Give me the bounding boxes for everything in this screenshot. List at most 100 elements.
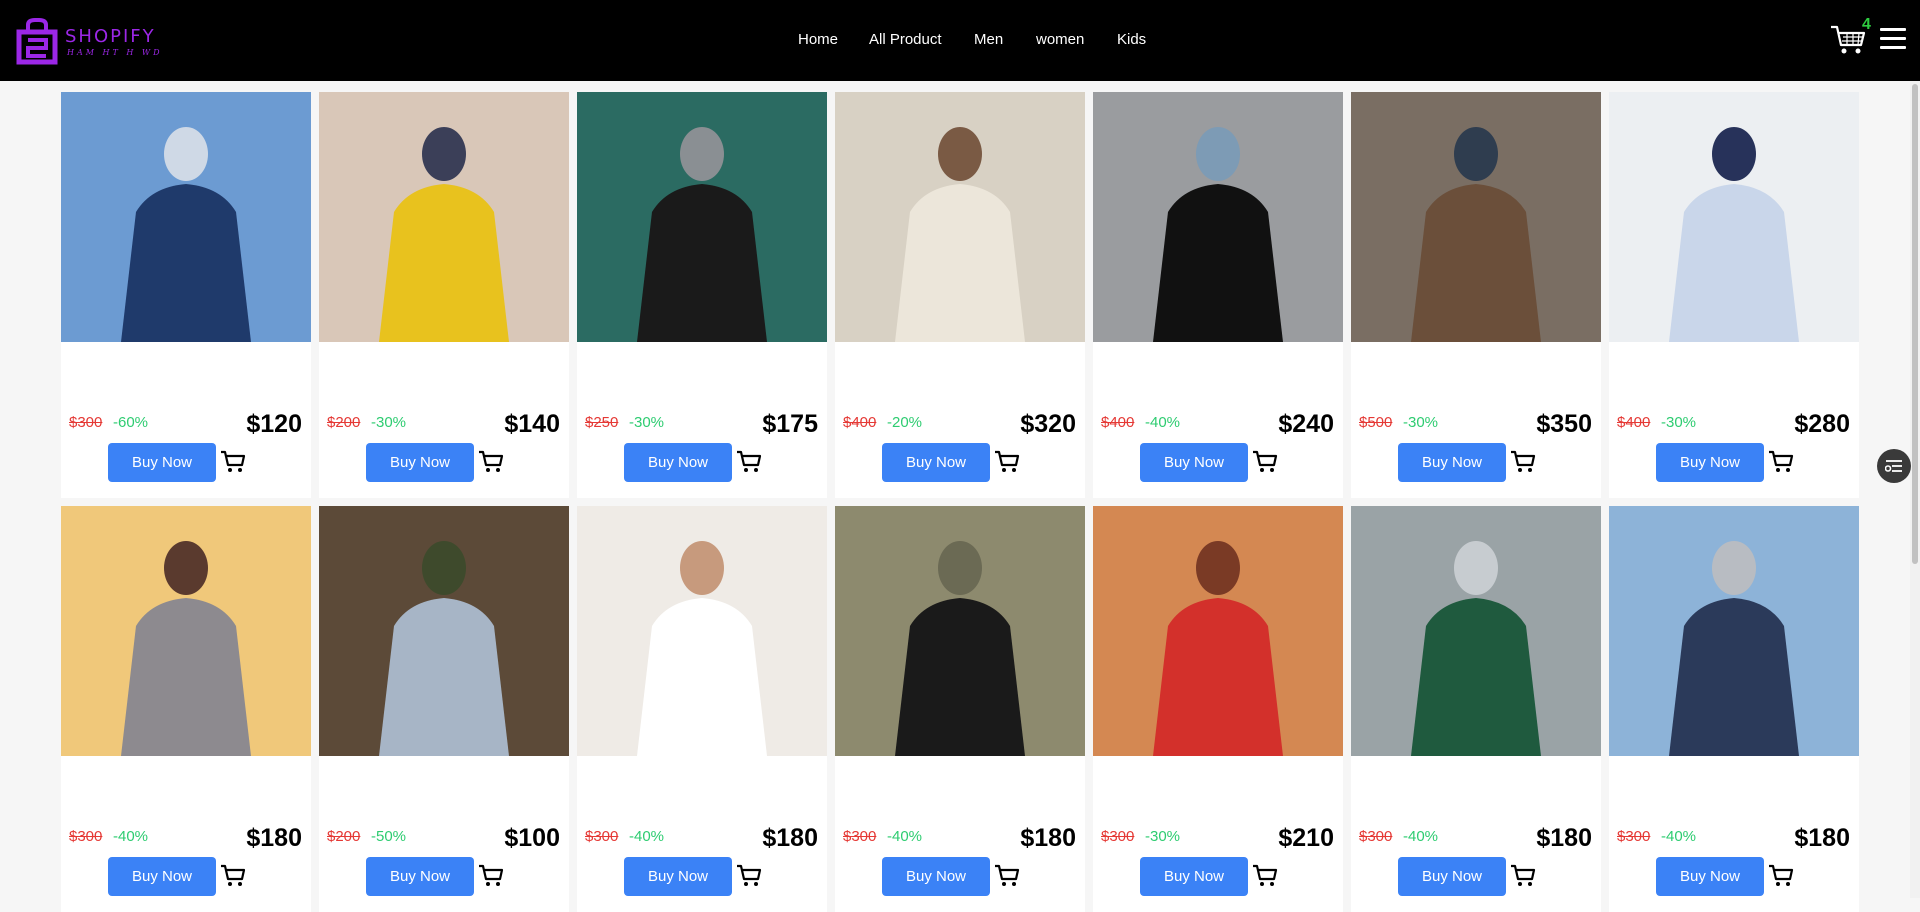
discount-badge: -40%: [629, 828, 665, 845]
product-image[interactable]: [1609, 506, 1859, 756]
buy-now-button[interactable]: Buy Now: [1398, 443, 1506, 482]
sale-price: $180: [762, 824, 818, 852]
original-price: $300: [1359, 828, 1393, 845]
product-card[interactable]: $300 -40% $180 Buy Now: [577, 506, 827, 912]
scrollbar-thumb[interactable]: [1912, 84, 1918, 564]
add-to-cart-icon[interactable]: [1510, 864, 1536, 888]
product-image[interactable]: [319, 506, 569, 756]
product-image[interactable]: [1351, 92, 1601, 342]
discount-badge: -30%: [371, 414, 407, 431]
add-to-cart-icon[interactable]: [478, 864, 504, 888]
product-image[interactable]: [835, 92, 1085, 342]
original-price: $500: [1359, 414, 1393, 431]
discount-badge: -40%: [887, 828, 923, 845]
product-grid: $300 -60% $120 Buy Now $200 -30% $140 Buy Now $2…: [61, 92, 1859, 912]
nav-link-home[interactable]: Home: [798, 31, 838, 48]
floating-filter-button[interactable]: [1877, 449, 1911, 483]
sale-price: $180: [1536, 824, 1592, 852]
product-card[interactable]: $400 -30% $280 Buy Now: [1609, 92, 1859, 498]
original-price: $300: [1101, 828, 1135, 845]
product-image[interactable]: [577, 506, 827, 756]
buy-now-button[interactable]: Buy Now: [1656, 443, 1764, 482]
buy-now-button[interactable]: Buy Now: [624, 857, 732, 896]
nav-link-all-product[interactable]: All Product: [869, 31, 942, 48]
cart-count-badge: 4: [1862, 16, 1871, 33]
sale-price: $175: [762, 410, 818, 438]
product-image[interactable]: [1093, 92, 1343, 342]
buy-now-button[interactable]: Buy Now: [366, 857, 474, 896]
discount-badge: -30%: [1403, 414, 1439, 431]
original-price: $300: [1617, 828, 1651, 845]
buy-now-button[interactable]: Buy Now: [1140, 857, 1248, 896]
product-image[interactable]: [61, 506, 311, 756]
add-to-cart-icon[interactable]: [1252, 450, 1278, 474]
add-to-cart-icon[interactable]: [478, 450, 504, 474]
product-card[interactable]: $300 -40% $180 Buy Now: [61, 506, 311, 912]
product-card[interactable]: $500 -30% $350 Buy Now: [1351, 92, 1601, 498]
discount-badge: -40%: [1661, 828, 1697, 845]
product-card[interactable]: $300 -60% $120 Buy Now: [61, 92, 311, 498]
product-card[interactable]: $400 -40% $240 Buy Now: [1093, 92, 1343, 498]
add-to-cart-icon[interactable]: [994, 450, 1020, 474]
product-image[interactable]: [1093, 506, 1343, 756]
buy-now-button[interactable]: Buy Now: [882, 857, 990, 896]
buy-now-button[interactable]: Buy Now: [882, 443, 990, 482]
hamburger-menu-icon[interactable]: [1880, 28, 1906, 50]
product-image[interactable]: [319, 92, 569, 342]
sale-price: $280: [1794, 410, 1850, 438]
original-price: $400: [1617, 414, 1651, 431]
discount-badge: -30%: [629, 414, 665, 431]
original-price: $200: [327, 828, 361, 845]
product-card[interactable]: $250 -30% $175 Buy Now: [577, 92, 827, 498]
discount-badge: -20%: [887, 414, 923, 431]
add-to-cart-icon[interactable]: [994, 864, 1020, 888]
header-cart-button[interactable]: [1830, 24, 1866, 56]
original-price: $300: [585, 828, 619, 845]
product-card[interactable]: $300 -30% $210 Buy Now: [1093, 506, 1343, 912]
sale-price: $320: [1020, 410, 1076, 438]
original-price: $200: [327, 414, 361, 431]
buy-now-button[interactable]: Buy Now: [1656, 857, 1764, 896]
shopping-cart-icon: [1831, 25, 1866, 54]
discount-badge: -30%: [1145, 828, 1181, 845]
product-card[interactable]: $300 -40% $180 Buy Now: [835, 506, 1085, 912]
add-to-cart-icon[interactable]: [220, 864, 246, 888]
nav-link-men[interactable]: Men: [974, 31, 1003, 48]
product-image[interactable]: [1609, 92, 1859, 342]
add-to-cart-icon[interactable]: [736, 450, 762, 474]
product-image[interactable]: [61, 92, 311, 342]
sale-price: $100: [504, 824, 560, 852]
product-card[interactable]: $200 -30% $140 Buy Now: [319, 92, 569, 498]
buy-now-button[interactable]: Buy Now: [624, 443, 732, 482]
buy-now-button[interactable]: Buy Now: [108, 857, 216, 896]
original-price: $300: [69, 828, 103, 845]
product-card[interactable]: $300 -40% $180 Buy Now: [1351, 506, 1601, 912]
add-to-cart-icon[interactable]: [1768, 450, 1794, 474]
main-nav: Home All Product Men women Kids: [0, 31, 1920, 51]
discount-badge: -40%: [1145, 414, 1181, 431]
buy-now-button[interactable]: Buy Now: [366, 443, 474, 482]
sale-price: $240: [1278, 410, 1334, 438]
buy-now-button[interactable]: Buy Now: [1140, 443, 1248, 482]
add-to-cart-icon[interactable]: [1510, 450, 1536, 474]
add-to-cart-icon[interactable]: [1768, 864, 1794, 888]
sale-price: $350: [1536, 410, 1592, 438]
product-image[interactable]: [577, 92, 827, 342]
add-to-cart-icon[interactable]: [1252, 864, 1278, 888]
product-image[interactable]: [835, 506, 1085, 756]
add-to-cart-icon[interactable]: [220, 450, 246, 474]
nav-link-kids[interactable]: Kids: [1117, 31, 1146, 48]
nav-link-women[interactable]: women: [1036, 31, 1084, 48]
discount-badge: -40%: [113, 828, 149, 845]
original-price: $250: [585, 414, 619, 431]
product-image[interactable]: [1351, 506, 1601, 756]
sale-price: $140: [504, 410, 560, 438]
product-card[interactable]: $300 -40% $180 Buy Now: [1609, 506, 1859, 912]
add-to-cart-icon[interactable]: [736, 864, 762, 888]
product-card[interactable]: $200 -50% $100 Buy Now: [319, 506, 569, 912]
buy-now-button[interactable]: Buy Now: [108, 443, 216, 482]
product-card[interactable]: $400 -20% $320 Buy Now: [835, 92, 1085, 498]
discount-badge: -60%: [113, 414, 149, 431]
buy-now-button[interactable]: Buy Now: [1398, 857, 1506, 896]
original-price: $400: [1101, 414, 1135, 431]
